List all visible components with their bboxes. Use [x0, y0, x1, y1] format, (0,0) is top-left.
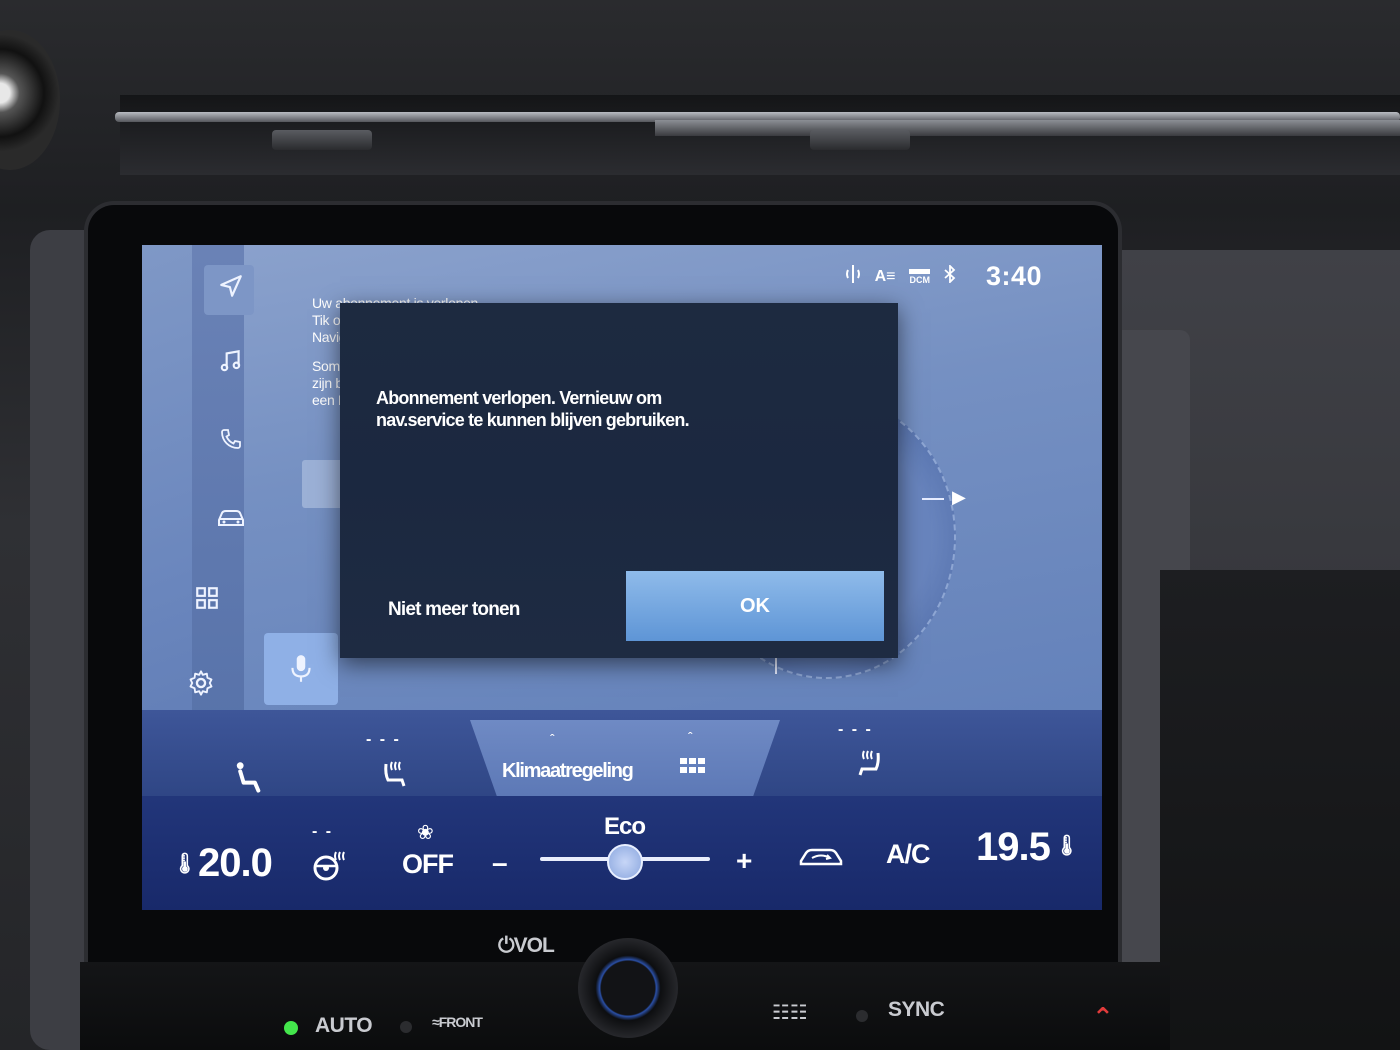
climate-apps-icon[interactable] [679, 755, 707, 782]
seat-position-icon[interactable] [230, 760, 264, 799]
thermometer-icon: 🌡 [1054, 835, 1080, 857]
left-seat-heat-level: - - - [366, 731, 401, 748]
wireless-charging-icon [845, 264, 861, 289]
apps-chevron-up-icon: ˆ [688, 729, 693, 745]
music-icon[interactable] [214, 348, 248, 382]
thermometer-icon: 🌡 [172, 853, 198, 875]
status-bar: A≡ DCM 3:40 [845, 261, 1042, 292]
temperature-up-icon[interactable]: ⌃ [1092, 1002, 1114, 1033]
infotainment-screen: Uw abonnement is verlopen. Tik op Naviga… [142, 245, 1102, 910]
sync-indicator [856, 1010, 868, 1022]
heated-steering-wheel-icon[interactable] [312, 848, 348, 889]
right-seat-heat-icon[interactable] [854, 747, 884, 784]
subscription-dialog: Abonnement verlopen. Vernieuw om nav.ser… [340, 303, 898, 658]
ok-button[interactable]: OK [626, 571, 884, 641]
settings-icon[interactable] [184, 669, 218, 703]
auto-indicator-light [284, 1021, 298, 1035]
vent-tab [810, 130, 910, 150]
az-icon: A≡ [874, 267, 896, 285]
dialog-message: Abonnement verlopen. Vernieuw om nav.ser… [376, 388, 690, 430]
vent-trim-lower [655, 120, 1400, 136]
auto-climate-button[interactable]: AUTO [315, 1014, 373, 1038]
fan-speed-label[interactable]: OFF [402, 849, 454, 880]
climate-tab-label: Klimaatregeling [502, 760, 634, 782]
volume-label: ⏻VOL [498, 934, 555, 957]
right-temperature[interactable]: 19.5 [976, 825, 1051, 870]
right-seat-heat-level: - - - [838, 721, 873, 738]
defrost-icon: ≈ [432, 1014, 440, 1030]
sync-button[interactable]: SYNC [888, 998, 945, 1022]
rear-defrost-icon[interactable]: ☷☷ [772, 1000, 808, 1025]
apps-icon[interactable] [190, 585, 224, 619]
dial-marker [922, 498, 944, 500]
front-defrost-button[interactable]: ≈FRONT [432, 1014, 483, 1030]
tab-chevron-up-icon: ˆ [550, 731, 555, 747]
left-seat-heat-icon[interactable] [380, 758, 410, 795]
microphone-icon [291, 655, 311, 682]
left-temperature[interactable]: 20.0 [198, 841, 273, 886]
front-defrost-indicator [400, 1021, 412, 1033]
steering-heat-level: - - [312, 823, 334, 840]
front-defrost-label: FRONT [438, 1014, 483, 1030]
bluetooth-icon [944, 263, 956, 288]
dont-show-again-button[interactable]: Niet meer tonen [388, 599, 520, 621]
air-recirculation-icon[interactable] [798, 843, 844, 874]
phone-icon[interactable] [214, 425, 248, 459]
eco-label: Eco [604, 813, 646, 840]
microphone-button[interactable] [264, 633, 338, 705]
volume-knob[interactable] [578, 938, 678, 1038]
fan-slider-handle[interactable] [607, 844, 643, 880]
car-icon[interactable] [214, 503, 248, 537]
navigation-icon[interactable] [214, 273, 248, 307]
ac-button[interactable]: A/C [886, 839, 930, 870]
dial-arrow-icon: ▶ [952, 487, 966, 507]
center-console [1160, 570, 1400, 1050]
fan-decrease-button[interactable]: – [492, 847, 508, 879]
vent-tab [272, 130, 372, 150]
fan-icon: ❀ [417, 822, 434, 844]
fan-increase-button[interactable]: + [736, 845, 752, 877]
clock: 3:40 [985, 261, 1042, 291]
dcm-icon: DCM [909, 268, 930, 285]
sidebar [192, 245, 254, 725]
